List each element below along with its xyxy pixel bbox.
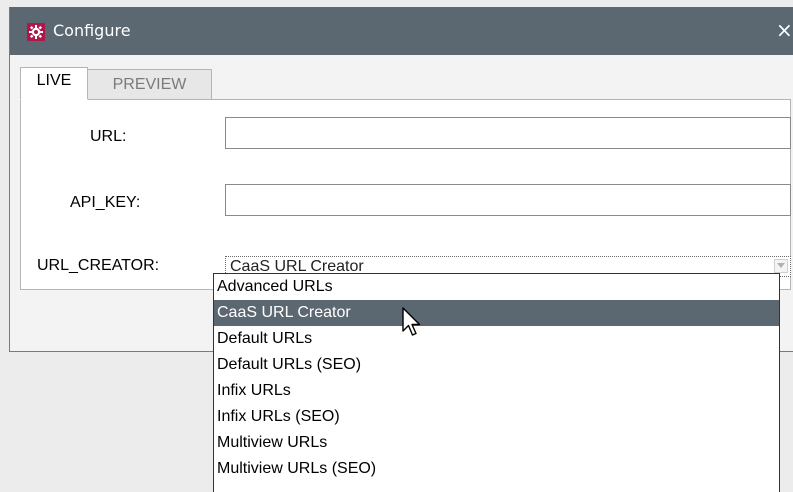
- live-settings-panel: URL: API_KEY: URL_CREATOR: CaaS URL Crea…: [20, 99, 791, 290]
- title-bar[interactable]: Configure ×: [10, 7, 793, 55]
- api-key-input[interactable]: [225, 184, 791, 216]
- url-creator-dropdown-list: Advanced URLs CaaS URL Creator Default U…: [213, 273, 780, 492]
- tab-preview[interactable]: PREVIEW: [88, 69, 212, 100]
- url-input[interactable]: [225, 117, 791, 149]
- dropdown-option-multiview-urls[interactable]: Multiview URLs: [214, 430, 779, 456]
- url-label: URL:: [90, 128, 127, 145]
- url-creator-label: URL_CREATOR:: [37, 257, 160, 274]
- dropdown-option-caas-url-creator[interactable]: CaaS URL Creator: [214, 300, 779, 326]
- gear-icon: [27, 23, 45, 41]
- close-button[interactable]: ×: [776, 17, 793, 43]
- mouse-pointer-icon: [402, 307, 421, 336]
- tab-live[interactable]: LIVE: [20, 67, 88, 100]
- api-key-label: API_KEY:: [70, 194, 141, 211]
- dropdown-option-infix-urls[interactable]: Infix URLs: [214, 378, 779, 404]
- dropdown-option-multiview-urls-seo[interactable]: Multiview URLs (SEO): [214, 456, 779, 482]
- dropdown-option-infix-urls-seo[interactable]: Infix URLs (SEO): [214, 404, 779, 430]
- dropdown-option-default-urls-seo[interactable]: Default URLs (SEO): [214, 352, 779, 378]
- chevron-down-icon[interactable]: [774, 259, 788, 273]
- window-title: Configure: [53, 21, 131, 40]
- dropdown-option-default-urls[interactable]: Default URLs: [214, 326, 779, 352]
- dropdown-option-advanced-urls[interactable]: Advanced URLs: [214, 274, 779, 300]
